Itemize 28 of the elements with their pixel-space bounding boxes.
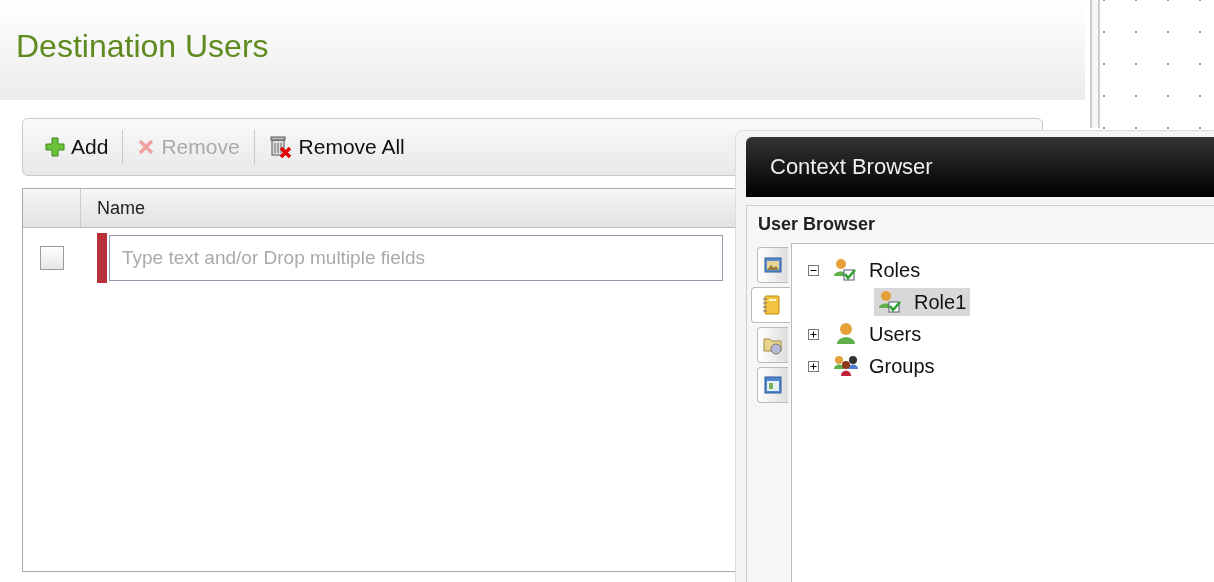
plus-icon <box>45 137 65 157</box>
picture-icon <box>764 256 782 274</box>
tree-item[interactable]: Groups <box>829 352 939 380</box>
expander-toggle[interactable] <box>808 264 819 276</box>
role-icon <box>833 258 859 282</box>
side-tab[interactable] <box>757 367 788 403</box>
page-title: Destination Users <box>16 28 270 65</box>
side-tab[interactable] <box>757 247 788 283</box>
column-header: Name <box>96 197 145 219</box>
tree-item[interactable]: Role1 <box>874 288 971 316</box>
form-window-icon <box>764 376 782 394</box>
group-icon <box>833 354 859 378</box>
role-icon <box>878 290 904 314</box>
notebook-icon <box>762 295 780 315</box>
tree-item[interactable]: Roles <box>829 256 925 284</box>
tree-item[interactable]: Users <box>829 320 926 348</box>
panel-title: Context Browser <box>746 137 1214 197</box>
side-tab[interactable] <box>757 327 788 363</box>
expander-toggle[interactable] <box>808 360 819 372</box>
row-checkbox[interactable] <box>40 246 64 270</box>
name-input-field[interactable]: Type text and/or Drop multiple fields <box>109 235 723 281</box>
expander-toggle[interactable] <box>808 328 819 340</box>
cross-icon <box>137 138 156 156</box>
trash-delete-icon <box>268 135 293 159</box>
add-button[interactable]: Add <box>39 131 115 163</box>
remove-all-button[interactable]: Remove All <box>262 131 411 163</box>
required-marker <box>97 233 107 283</box>
section-title: User Browser <box>757 213 877 236</box>
